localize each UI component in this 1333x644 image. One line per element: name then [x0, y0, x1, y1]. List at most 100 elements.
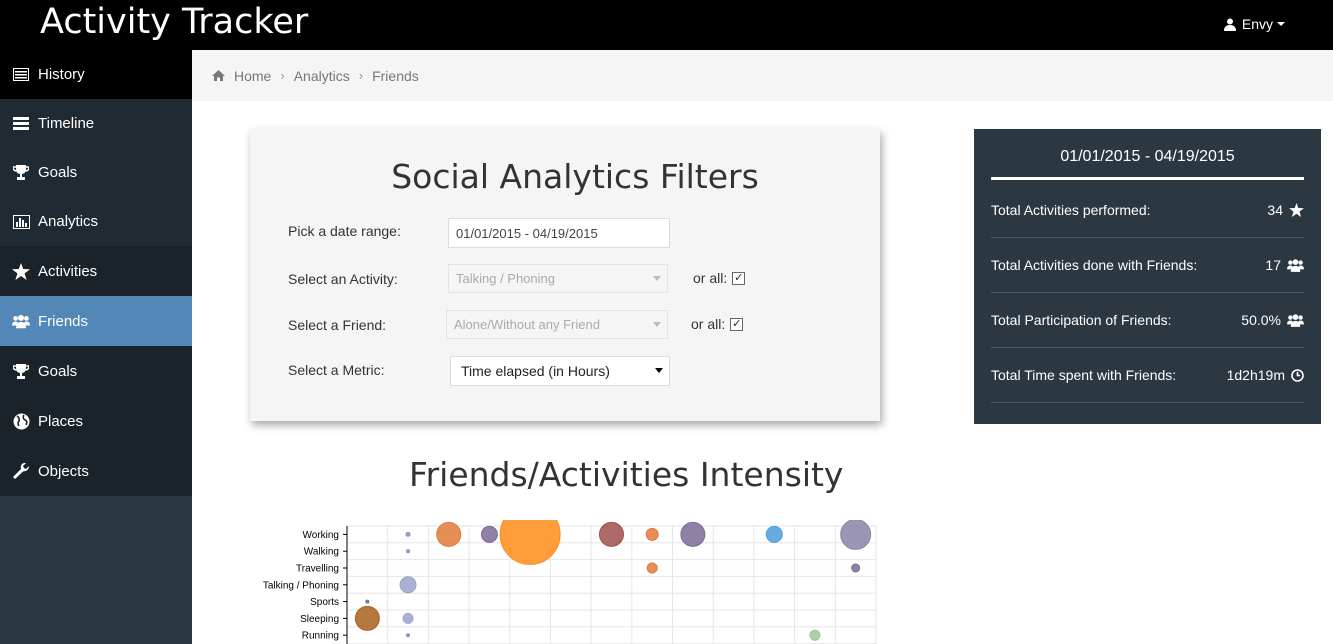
- sidebar-item-goals[interactable]: Goals: [0, 148, 192, 197]
- breadcrumb-home[interactable]: Home: [234, 68, 271, 84]
- breadcrumb-friends: Friends: [372, 67, 419, 84]
- date-range-input[interactable]: 01/01/2015 - 04/19/2015: [448, 218, 670, 248]
- activity-value: Talking / Phoning: [456, 271, 556, 286]
- user-icon: [1223, 18, 1236, 31]
- metric-select[interactable]: Time elapsed (in Hours): [450, 356, 670, 386]
- date-range-value: 01/01/2015 - 04/19/2015: [456, 225, 598, 241]
- y-tick-label: Working: [303, 530, 340, 541]
- data-bubble: [851, 563, 861, 573]
- data-bubble: [809, 629, 821, 641]
- sidebar-group-main: History Timeline Goals Analytics: [0, 50, 192, 246]
- data-bubble: [480, 525, 498, 543]
- activity-label: Select an Activity:: [288, 271, 398, 287]
- chevron-down-icon: [653, 322, 661, 327]
- clock-icon: [1291, 368, 1304, 382]
- data-bubble: [765, 525, 783, 543]
- activity-or-all: or all: ✓: [693, 270, 746, 286]
- y-tick-label: Sleeping: [300, 614, 339, 625]
- or-all-label: or all:: [691, 316, 726, 332]
- data-bubble: [646, 562, 658, 574]
- user-name: Envy: [1241, 16, 1273, 32]
- users-icon: [1287, 258, 1304, 272]
- intensity-bubble-chart: Working Walking Travelling Talking / Phonin…: [263, 520, 877, 644]
- sidebar-item-objects[interactable]: Objects: [0, 446, 192, 496]
- filters-panel: Social Analytics Filters Pick a date ran…: [250, 129, 880, 421]
- activity-all-checkbox[interactable]: ✓: [732, 271, 746, 285]
- star-icon: [1289, 203, 1304, 217]
- bar-chart-icon: [12, 214, 30, 229]
- filters-title: Social Analytics Filters: [391, 157, 759, 196]
- stat-value: 17: [1265, 257, 1281, 273]
- stat-label: Total Participation of Friends:: [991, 312, 1172, 328]
- stat-value: 34: [1267, 202, 1283, 218]
- wrench-icon: [12, 462, 30, 480]
- sidebar-item-label: Timeline: [38, 115, 95, 132]
- sidebar-item-goals-2[interactable]: Goals: [0, 346, 192, 396]
- timeline-icon: [12, 117, 30, 130]
- sidebar-item-friends[interactable]: Friends: [0, 296, 192, 346]
- or-all-label: or all:: [693, 270, 728, 286]
- data-bubble: [402, 612, 414, 624]
- list-icon: [12, 68, 30, 81]
- friend-all-checkbox[interactable]: ✓: [730, 317, 744, 331]
- sidebar-item-label: Objects: [38, 462, 89, 480]
- globe-icon: [12, 413, 30, 430]
- y-tick-label: Talking / Phoning: [263, 580, 339, 591]
- trophy-icon: [12, 363, 30, 379]
- activity-select[interactable]: Talking / Phoning: [448, 264, 668, 293]
- sidebar-item-label: Friends: [38, 312, 89, 330]
- chevron-down-icon: [653, 276, 661, 281]
- main-content: Home › Analytics › Friends Social Analyt…: [192, 50, 1333, 644]
- data-bubble: [680, 521, 706, 547]
- stat-value: 50.0%: [1241, 312, 1281, 328]
- sidebar-item-label: Goals: [38, 362, 78, 380]
- app-title[interactable]: Activity Tracker: [40, 2, 308, 42]
- y-tick-label: Running: [302, 631, 339, 642]
- metric-value: Time elapsed (in Hours): [461, 363, 610, 379]
- sidebar-item-places[interactable]: Places: [0, 396, 192, 446]
- sidebar-item-label: Goals: [38, 164, 78, 181]
- sidebar-item-history[interactable]: History: [0, 50, 192, 99]
- friend-select[interactable]: Alone/Without any Friend: [446, 310, 668, 339]
- y-tick-label: Travelling: [296, 564, 339, 575]
- sidebar-item-activities[interactable]: Activities: [0, 246, 192, 296]
- breadcrumb-separator: ›: [358, 68, 364, 83]
- stats-row-with-friends: Total Activities done with Friends: 17: [991, 238, 1304, 293]
- stats-row-time-spent: Total Time spent with Friends: 1d2h19m: [991, 348, 1304, 403]
- y-tick-label: Sports: [310, 597, 339, 608]
- stat-value: 1d2h19m: [1226, 367, 1285, 383]
- stat-label: Total Activities performed:: [991, 202, 1151, 218]
- data-bubble: [499, 520, 561, 565]
- sidebar-item-label: History: [38, 66, 85, 83]
- sidebar-item-label: Places: [38, 412, 84, 430]
- data-bubble: [436, 521, 462, 547]
- home-icon: [212, 70, 225, 81]
- stats-row-total-activities: Total Activities performed: 34: [991, 183, 1304, 238]
- sidebar-item-timeline[interactable]: Timeline: [0, 99, 192, 148]
- stats-panel: 01/01/2015 - 04/19/2015 Total Activities…: [974, 129, 1321, 424]
- top-navbar: Activity Tracker Envy: [0, 0, 1333, 50]
- chart-title: Friends/Activities Intensity: [409, 455, 844, 494]
- breadcrumb: Home › Analytics › Friends: [192, 50, 1333, 101]
- sidebar: History Timeline Goals Analytics Activit…: [0, 50, 192, 644]
- date-range-label: Pick a date range:: [288, 223, 401, 239]
- stat-label: Total Activities done with Friends:: [991, 257, 1198, 273]
- data-bubble: [840, 520, 872, 550]
- caret-down-icon: [1277, 22, 1285, 26]
- data-bubble: [399, 576, 417, 594]
- stat-label: Total Time spent with Friends:: [991, 367, 1177, 383]
- sidebar-item-label: Analytics: [38, 213, 99, 230]
- chevron-down-icon: [655, 368, 663, 373]
- sidebar-item-label: Activities: [38, 262, 98, 280]
- sidebar-item-analytics[interactable]: Analytics: [0, 197, 192, 246]
- y-tick-label: Walking: [304, 547, 339, 558]
- user-menu[interactable]: Envy: [1223, 16, 1285, 32]
- data-bubble: [406, 633, 411, 638]
- data-bubble: [406, 549, 411, 554]
- users-icon: [12, 314, 30, 329]
- friend-or-all: or all: ✓: [691, 316, 744, 332]
- star-icon: [12, 262, 30, 280]
- breadcrumb-analytics[interactable]: Analytics: [294, 68, 350, 84]
- stats-date-range: 01/01/2015 - 04/19/2015: [991, 129, 1304, 180]
- data-bubble: [365, 599, 370, 604]
